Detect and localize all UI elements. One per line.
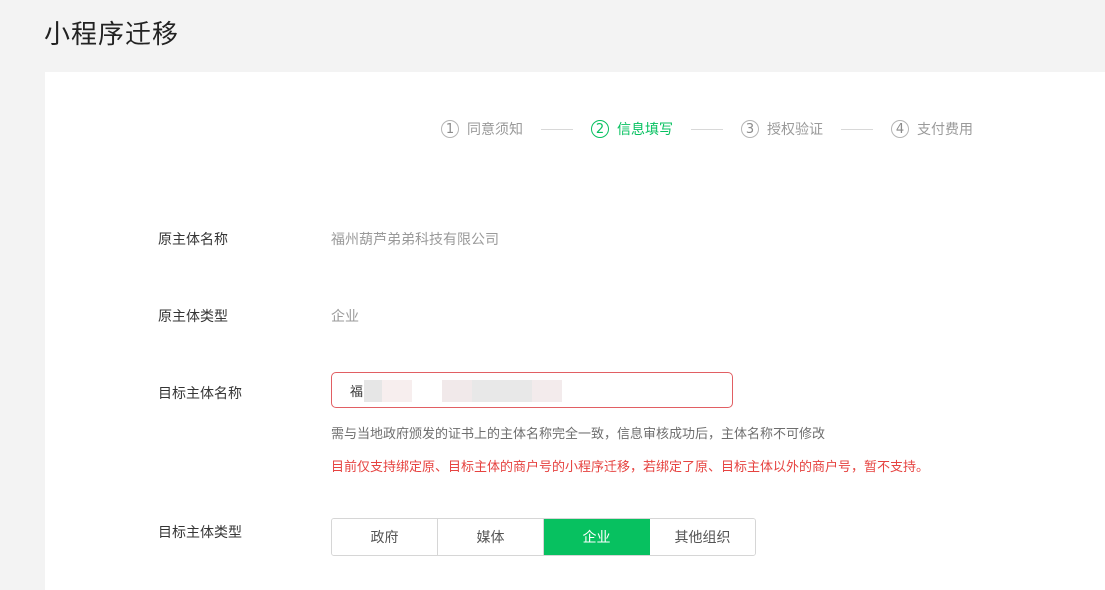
target-name-label: 目标主体名称 — [158, 386, 242, 402]
step-divider — [541, 128, 573, 130]
type-option-media[interactable]: 媒体 — [438, 519, 544, 555]
type-option-enterprise[interactable]: 企业 — [544, 519, 650, 555]
step-label: 同意须知 — [467, 122, 523, 138]
step-number: 1 — [441, 120, 459, 138]
step-payment: 4 支付费用 — [891, 119, 973, 139]
original-type-value: 企业 — [331, 309, 359, 325]
original-type-label: 原主体类型 — [158, 309, 228, 325]
step-label: 支付费用 — [917, 122, 973, 138]
step-info: 2 信息填写 — [591, 119, 673, 139]
original-name-value: 福州葫芦弟弟科技有限公司 — [331, 232, 499, 248]
step-number: 3 — [741, 120, 759, 138]
step-agree: 1 同意须知 — [441, 119, 523, 139]
step-divider — [841, 128, 873, 130]
progress-steps: 1 同意须知 2 信息填写 3 授权验证 4 支付费用 — [441, 118, 973, 140]
step-divider — [691, 128, 723, 130]
target-type-selector: 政府 媒体 企业 其他组织 — [331, 518, 756, 556]
page-title: 小程序迁移 — [44, 20, 180, 50]
step-number: 4 — [891, 120, 909, 138]
target-name-field[interactable] — [331, 372, 733, 408]
migration-form-card: 1 同意须知 2 信息填写 3 授权验证 4 支付费用 原主体名称 福州葫芦弟弟… — [45, 72, 1105, 590]
target-name-hint: 需与当地政府颁发的证书上的主体名称完全一致，信息审核成功后，主体名称不可修改 — [331, 427, 826, 442]
target-name-warning: 目前仅支持绑定原、目标主体的商户号的小程序迁移，若绑定了原、目标主体以外的商户号… — [331, 460, 930, 475]
step-label: 信息填写 — [617, 122, 673, 138]
type-option-government[interactable]: 政府 — [332, 519, 438, 555]
target-type-label: 目标主体类型 — [158, 525, 242, 541]
step-number: 2 — [591, 120, 609, 138]
type-option-other[interactable]: 其他组织 — [650, 519, 755, 555]
original-name-label: 原主体名称 — [158, 232, 228, 248]
target-name-input[interactable] — [332, 373, 732, 407]
step-label: 授权验证 — [767, 122, 823, 138]
step-auth: 3 授权验证 — [741, 119, 823, 139]
